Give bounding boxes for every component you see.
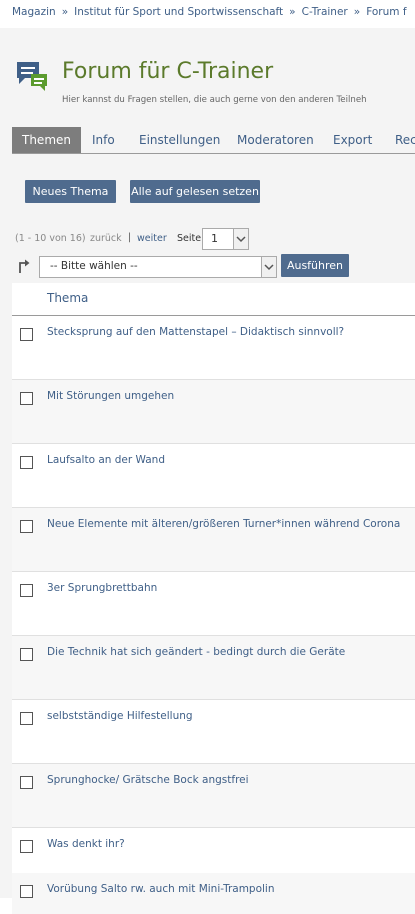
topic-link[interactable]: Sprunghocke/ Grätsche Bock angstfrei [47,774,249,786]
page-select-value: 1 [211,232,218,245]
topics-table: Thema Stecksprung auf den Mattenstapel –… [12,283,415,914]
column-header-thema[interactable]: Thema [47,291,88,305]
tab-export[interactable]: Export [323,127,382,153]
mark-all-read-button[interactable]: Alle auf gelesen setzen [130,180,260,203]
page-select[interactable]: 1 [202,228,249,250]
row-checkbox[interactable] [20,712,33,725]
pager-next-link[interactable]: weiter [137,233,167,244]
topic-link[interactable]: Vorübung Salto rw. auch mit Mini-Trampol… [47,883,275,895]
chevron-down-icon [261,257,276,277]
row-checkbox[interactable] [20,584,33,597]
breadcrumb-separator: » [61,6,69,18]
breadcrumb-forum[interactable]: Forum f [366,6,406,18]
tab-info[interactable]: Info [82,127,125,153]
bulk-action-select[interactable]: -- Bitte wählen -- [39,256,277,278]
table-header: Thema [12,283,415,316]
table-row: Vorübung Salto rw. auch mit Mini-Trampol… [12,873,415,914]
breadcrumb-magazin[interactable]: Magazin [12,6,56,18]
chevron-down-icon [233,229,248,249]
tab-einstellungen[interactable]: Einstellungen [129,127,230,153]
tab-moderatoren[interactable]: Moderatoren [227,127,324,153]
row-checkbox[interactable] [20,392,33,405]
topic-link[interactable]: 3er Sprungbrettbahn [47,582,157,594]
table-row: Sprunghocke/ Grätsche Bock angstfrei [12,764,415,828]
tab-themen[interactable]: Themen [12,127,81,153]
table-row: 3er Sprungbrettbahn [12,572,415,636]
breadcrumb-separator: » [289,6,296,18]
topic-link[interactable]: Neue Elemente mit älteren/größeren Turne… [47,518,400,530]
breadcrumb-c-trainer[interactable]: C-Trainer [302,6,348,18]
topic-link[interactable]: Stecksprung auf den Mattenstapel – Didak… [47,326,344,338]
row-checkbox[interactable] [20,328,33,341]
new-topic-button[interactable]: Neues Thema [25,180,116,203]
pager-separator: | [128,232,132,243]
page-title: Forum für C-Trainer [62,59,274,84]
turn-arrow-icon [18,259,31,273]
result-count: (1 - 10 von 16) [15,233,86,244]
row-checkbox[interactable] [20,456,33,469]
tab-rechte[interactable]: Rech [385,127,415,153]
forum-description: Hier kannst du Fragen stellen, die auch … [62,95,367,105]
row-checkbox[interactable] [20,648,33,661]
table-row: selbstständige Hilfestellung [12,700,415,764]
table-row: Neue Elemente mit älteren/größeren Turne… [12,508,415,572]
tab-bar: Themen Info Einstellungen Moderatoren Ex… [12,127,415,154]
topic-link[interactable]: Die Technik hat sich geändert - bedingt … [47,646,345,658]
row-checkbox[interactable] [20,520,33,533]
execute-button[interactable]: Ausführen [281,254,349,277]
breadcrumb-institut[interactable]: Institut für Sport und Sportwissenschaft [74,6,283,18]
breadcrumb-separator: » [353,6,361,18]
table-row: Mit Störungen umgehen [12,380,415,444]
topic-link[interactable]: Laufsalto an der Wand [47,454,165,466]
topic-link[interactable]: Mit Störungen umgehen [47,390,174,402]
pager-back-link[interactable]: zurück [90,233,122,244]
topic-link[interactable]: selbstständige Hilfestellung [47,710,193,722]
row-checkbox[interactable] [20,776,33,789]
row-checkbox[interactable] [20,840,33,853]
table-row: Stecksprung auf den Mattenstapel – Didak… [12,316,415,380]
topic-link[interactable]: Was denkt ihr? [47,838,125,850]
table-row: Die Technik hat sich geändert - bedingt … [12,636,415,700]
forum-chat-icon [15,60,49,92]
page-label: Seite [177,233,202,244]
table-row: Laufsalto an der Wand [12,444,415,508]
bulk-action-value: -- Bitte wählen -- [50,260,138,272]
breadcrumb: Magazin » Institut für Sport und Sportwiss… [12,6,407,18]
row-checkbox[interactable] [20,885,33,898]
